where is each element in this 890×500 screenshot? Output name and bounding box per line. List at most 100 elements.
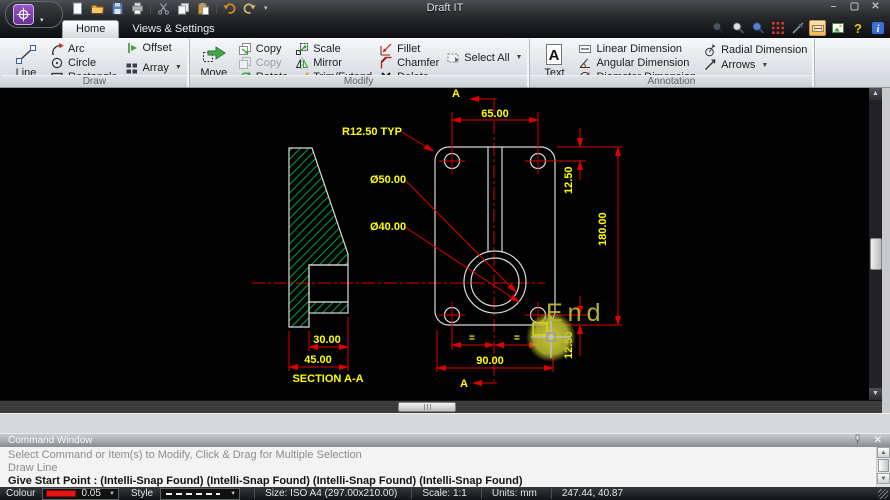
copy-button[interactable]: Copy: [236, 42, 290, 56]
array-button[interactable]: Array ▼: [123, 61, 184, 75]
status-bar: Colour 0.05 ▼ Style ▼ Size: ISO A4 (297.…: [0, 487, 890, 500]
qat-more-button[interactable]: ▾: [262, 4, 268, 12]
separator: [216, 3, 217, 14]
snap-tooltip: End: [546, 299, 605, 327]
colour-width-dropdown[interactable]: 0.05 ▼: [42, 488, 118, 500]
chevron-down-icon: ▼: [109, 491, 115, 497]
svg-text:i: i: [876, 24, 879, 35]
arc-label: Arc: [68, 43, 85, 55]
text-button[interactable]: A Text ▼: [535, 41, 573, 74]
paste-button[interactable]: [196, 1, 211, 15]
select-all-icon: [446, 51, 460, 65]
select-all-button[interactable]: Select All ▼: [444, 51, 524, 65]
maximize-button[interactable]: ▢: [846, 1, 863, 13]
zoom-out-icon[interactable]: [729, 20, 746, 36]
redo-button[interactable]: [242, 1, 257, 15]
ribbon-group-annotation: A Text ▼ Linear Dimension Angular Dimens…: [530, 39, 815, 87]
line-button[interactable]: Line: [7, 41, 45, 74]
angular-dimension-label: Angular Dimension: [596, 57, 689, 69]
move-button[interactable]: Move: [195, 41, 233, 74]
offset-label: Offset: [143, 42, 172, 54]
angular-dimension-icon: [578, 56, 592, 70]
ribbon: Line Arc Circle Rectangle: [0, 38, 890, 88]
horizontal-scroll-thumb[interactable]: [398, 402, 456, 412]
array-icon: [125, 61, 139, 75]
circle-button[interactable]: Circle: [48, 56, 120, 70]
canvas-horizontal-scrollbar[interactable]: [0, 400, 882, 413]
app-logo-icon: [13, 4, 34, 25]
ortho-line-icon[interactable]: [789, 20, 806, 36]
tab-views-settings[interactable]: Views & Settings: [119, 21, 227, 38]
group-label-annotation: Annotation: [530, 75, 812, 87]
equal-mark-left: =: [469, 333, 475, 344]
mirror-label: Mirror: [313, 57, 342, 69]
linear-dimension-button[interactable]: Linear Dimension: [576, 42, 698, 56]
chevron-down-icon: ▼: [173, 64, 182, 71]
line-width-value: 0.05: [81, 488, 100, 499]
cut-button[interactable]: [156, 1, 171, 15]
drawing-canvas[interactable]: 65.00 R12.50 TYP Ø50.00 Ø40.00 12.50 180…: [0, 88, 868, 400]
copy-button[interactable]: [176, 1, 191, 15]
pin-icon[interactable]: [853, 434, 862, 448]
radial-dimension-button[interactable]: Radial Dimension: [701, 43, 809, 57]
intelli-snap-toggle-icon[interactable]: [809, 20, 826, 36]
close-button[interactable]: ✕: [867, 1, 884, 13]
print-button[interactable]: [130, 1, 145, 15]
save-button[interactable]: [110, 1, 125, 15]
zoom-extents-icon[interactable]: [749, 20, 766, 36]
separator: [150, 3, 151, 14]
radial-dimension-icon: [703, 43, 717, 57]
application-menu-button[interactable]: ▾: [5, 1, 63, 28]
resize-grip[interactable]: [878, 489, 888, 499]
arc-icon: [50, 42, 64, 56]
copy-disabled-label: Copy: [256, 57, 282, 69]
scroll-up-button[interactable]: ▲: [877, 447, 890, 458]
command-scrollbar[interactable]: ▲ ▼: [876, 447, 890, 487]
undo-button[interactable]: [222, 1, 237, 15]
dim-30: 30.00: [313, 334, 341, 346]
tab-home[interactable]: Home: [62, 20, 119, 38]
command-window-body[interactable]: Select Command or Item(s) to Modify, Cli…: [0, 447, 890, 487]
scale-status: Scale: 1:1: [411, 488, 466, 499]
help-icon[interactable]: ?: [849, 20, 866, 36]
arrows-icon: [703, 58, 717, 72]
close-icon[interactable]: ✕: [874, 434, 882, 448]
dim-45: 45.00: [304, 354, 332, 366]
line-style-dropdown[interactable]: ▼: [160, 488, 240, 500]
units-status: Units: mm: [481, 488, 537, 499]
circle-label: Circle: [68, 57, 96, 69]
mirror-icon: [295, 56, 309, 70]
arrows-button[interactable]: Arrows ▼: [701, 58, 809, 72]
chamfer-label: Chamfer: [397, 57, 439, 69]
image-icon[interactable]: [829, 20, 846, 36]
minimize-button[interactable]: –: [825, 1, 842, 13]
new-file-button[interactable]: [70, 1, 85, 15]
angular-dimension-button[interactable]: Angular Dimension: [576, 56, 698, 70]
fillet-button[interactable]: Fillet: [377, 42, 441, 56]
scroll-up-button[interactable]: ▲: [869, 88, 882, 100]
info-icon[interactable]: i: [869, 20, 886, 36]
chamfer-button[interactable]: Chamfer: [377, 56, 441, 70]
command-window-header[interactable]: Command Window ✕: [0, 433, 890, 447]
line-icon: [13, 43, 39, 67]
canvas-vertical-scrollbar[interactable]: ▲ ▼: [868, 88, 882, 400]
offset-button[interactable]: Offset: [123, 41, 184, 55]
move-icon: [201, 43, 227, 67]
mirror-button[interactable]: Mirror: [293, 56, 374, 70]
scroll-down-button[interactable]: ▼: [877, 473, 890, 484]
arc-button[interactable]: Arc: [48, 42, 120, 56]
section-marker-top: A: [452, 88, 460, 100]
open-file-button[interactable]: [90, 1, 105, 15]
group-label-modify: Modify: [190, 75, 528, 87]
snap-grid-icon[interactable]: [769, 20, 786, 36]
scale-button[interactable]: Scale: [293, 42, 374, 56]
fillet-icon: [379, 42, 393, 56]
fillet-label: Fillet: [397, 43, 420, 55]
dim-90: 90.00: [476, 355, 504, 367]
section-view: [289, 148, 348, 327]
command-scroll-thumb[interactable]: [878, 459, 889, 472]
scroll-down-button[interactable]: ▼: [869, 388, 882, 400]
zoom-window-icon[interactable]: [709, 20, 726, 36]
quick-access-toolbar: ▾: [70, 1, 268, 15]
vertical-scroll-thumb[interactable]: [870, 238, 882, 270]
